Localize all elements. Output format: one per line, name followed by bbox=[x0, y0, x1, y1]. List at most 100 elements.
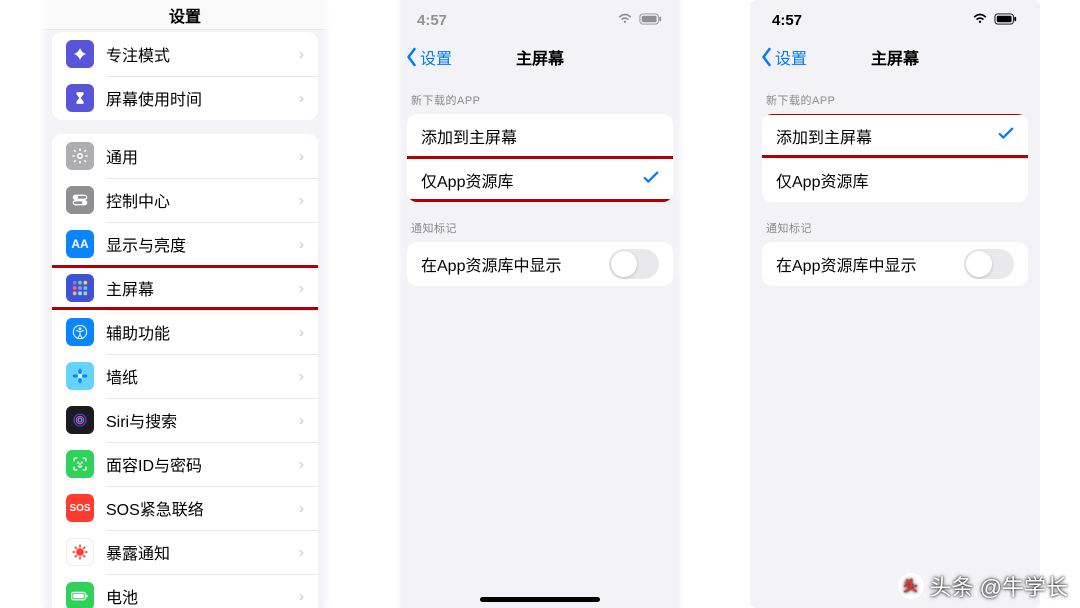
gear-icon bbox=[66, 142, 94, 170]
accessibility-icon bbox=[66, 318, 94, 346]
home-indicator bbox=[480, 597, 600, 602]
back-label: 设置 bbox=[420, 45, 452, 69]
nav-title: 主屏幕 bbox=[871, 45, 919, 69]
row-label: 电池 bbox=[106, 584, 287, 608]
row-label: 通用 bbox=[106, 144, 287, 168]
download-location-group: 添加到主屏幕 仅App资源库 bbox=[407, 114, 673, 202]
row-control-center[interactable]: 控制中心 › bbox=[52, 178, 318, 222]
chevron-right-icon: › bbox=[299, 456, 304, 473]
section-header: 新下载的APP bbox=[395, 74, 685, 114]
switch-label: 在App资源库中显示 bbox=[776, 252, 952, 276]
row-home-screen[interactable]: 主屏幕 › bbox=[52, 266, 318, 310]
option-label: 添加到主屏幕 bbox=[776, 124, 986, 148]
row-wallpaper[interactable]: 墙纸 › bbox=[52, 354, 318, 398]
home-screen-pane-home-selected: 4:57 设置 主屏幕 新下载的APP 添加到主屏幕 仅App资源库 通知标记 … bbox=[750, 0, 1040, 608]
badge-group: 在App资源库中显示 bbox=[762, 242, 1028, 286]
siri-icon bbox=[66, 406, 94, 434]
nav-header: 设置 主屏幕 bbox=[750, 40, 1040, 74]
chevron-right-icon: › bbox=[299, 236, 304, 253]
virus-icon bbox=[66, 538, 94, 566]
row-show-in-library: 在App资源库中显示 bbox=[762, 242, 1028, 286]
settings-pane: 设置 专注模式 › 屏幕使用时间 › 通用 › bbox=[40, 0, 330, 608]
option-app-library-only[interactable]: 仅App资源库 bbox=[762, 158, 1028, 202]
battery-icon bbox=[639, 12, 663, 29]
chevron-right-icon: › bbox=[299, 544, 304, 561]
row-label: 控制中心 bbox=[106, 188, 287, 212]
sos-icon: SOS bbox=[66, 494, 94, 522]
status-bar: 4:57 bbox=[750, 0, 1040, 40]
battery-icon bbox=[994, 12, 1018, 29]
row-label: SOS紧急联络 bbox=[106, 496, 287, 520]
aa-icon: AA bbox=[66, 230, 94, 258]
chevron-right-icon: › bbox=[299, 192, 304, 209]
focus-icon bbox=[66, 40, 94, 68]
row-label: 面容ID与密码 bbox=[106, 452, 287, 476]
row-siri[interactable]: Siri与搜索 › bbox=[52, 398, 318, 442]
watermark: 头 头条 @牛学长 bbox=[898, 570, 1068, 602]
status-bar: 4:57 bbox=[395, 0, 685, 40]
chevron-right-icon: › bbox=[299, 90, 304, 107]
chevron-left-icon bbox=[405, 47, 418, 67]
option-label: 仅App资源库 bbox=[421, 168, 631, 192]
chevron-right-icon: › bbox=[299, 500, 304, 517]
status-time: 4:57 bbox=[772, 12, 802, 29]
wifi-icon bbox=[972, 12, 988, 29]
settings-group-main: 通用 › 控制中心 › AA 显示与亮度 › 主屏幕 › 辅助功能 bbox=[52, 134, 318, 608]
chevron-right-icon: › bbox=[299, 368, 304, 385]
section-header: 通知标记 bbox=[395, 202, 685, 242]
flower-icon bbox=[66, 362, 94, 390]
wifi-icon bbox=[617, 12, 633, 29]
checkmark-icon bbox=[998, 127, 1014, 145]
row-focus-mode[interactable]: 专注模式 › bbox=[52, 32, 318, 76]
option-app-library-only[interactable]: 仅App资源库 bbox=[407, 158, 673, 202]
row-label: Siri与搜索 bbox=[106, 408, 287, 432]
switches-icon bbox=[66, 186, 94, 214]
back-label: 设置 bbox=[775, 45, 807, 69]
toggle-switch[interactable] bbox=[609, 249, 659, 279]
row-sos[interactable]: SOS SOS紧急联络 › bbox=[52, 486, 318, 530]
back-button[interactable]: 设置 bbox=[760, 40, 807, 74]
section-header: 通知标记 bbox=[750, 202, 1040, 242]
badge-group: 在App资源库中显示 bbox=[407, 242, 673, 286]
watermark-text: 头条 @牛学长 bbox=[930, 570, 1068, 602]
option-add-to-home[interactable]: 添加到主屏幕 bbox=[762, 114, 1028, 158]
row-accessibility[interactable]: 辅助功能 › bbox=[52, 310, 318, 354]
settings-group-top: 专注模式 › 屏幕使用时间 › bbox=[52, 32, 318, 120]
chevron-right-icon: › bbox=[299, 46, 304, 63]
row-label: 暴露通知 bbox=[106, 540, 287, 564]
row-general[interactable]: 通用 › bbox=[52, 134, 318, 178]
nav-title: 设置 bbox=[169, 3, 201, 27]
row-label: 屏幕使用时间 bbox=[106, 86, 287, 110]
home-screen-pane-library-selected: 4:57 设置 主屏幕 新下载的APP 添加到主屏幕 仅App资源库 通知标记 … bbox=[395, 0, 685, 608]
row-faceid[interactable]: 面容ID与密码 › bbox=[52, 442, 318, 486]
row-label: 显示与亮度 bbox=[106, 232, 287, 256]
chevron-right-icon: › bbox=[299, 588, 304, 605]
checkmark-icon bbox=[643, 171, 659, 189]
chevron-right-icon: › bbox=[299, 280, 304, 297]
row-exposure[interactable]: 暴露通知 › bbox=[52, 530, 318, 574]
back-button[interactable]: 设置 bbox=[405, 40, 452, 74]
row-screen-time[interactable]: 屏幕使用时间 › bbox=[52, 76, 318, 120]
row-label: 主屏幕 bbox=[106, 276, 287, 300]
battery-icon bbox=[66, 582, 94, 608]
download-location-group: 添加到主屏幕 仅App资源库 bbox=[762, 114, 1028, 202]
row-display[interactable]: AA 显示与亮度 › bbox=[52, 222, 318, 266]
section-header: 新下载的APP bbox=[750, 74, 1040, 114]
row-label: 墙纸 bbox=[106, 364, 287, 388]
chevron-right-icon: › bbox=[299, 148, 304, 165]
option-label: 添加到主屏幕 bbox=[421, 124, 659, 148]
faceid-icon bbox=[66, 450, 94, 478]
nav-header: 设置 bbox=[40, 0, 330, 30]
chevron-right-icon: › bbox=[299, 412, 304, 429]
row-battery[interactable]: 电池 › bbox=[52, 574, 318, 608]
hourglass-icon bbox=[66, 84, 94, 112]
switch-label: 在App资源库中显示 bbox=[421, 252, 597, 276]
nav-title: 主屏幕 bbox=[516, 45, 564, 69]
grid-icon bbox=[66, 274, 94, 302]
option-add-to-home[interactable]: 添加到主屏幕 bbox=[407, 114, 673, 158]
watermark-logo: 头 bbox=[898, 573, 924, 599]
toggle-switch[interactable] bbox=[964, 249, 1014, 279]
status-time: 4:57 bbox=[417, 12, 447, 29]
chevron-right-icon: › bbox=[299, 324, 304, 341]
row-label: 专注模式 bbox=[106, 42, 287, 66]
